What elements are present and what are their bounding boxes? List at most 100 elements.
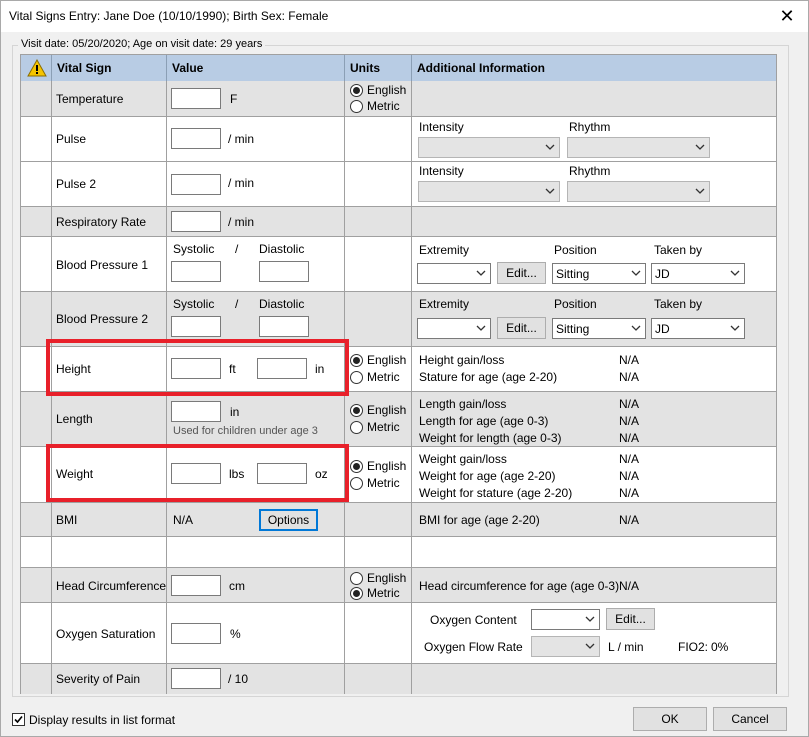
pulse2-input[interactable] [171,174,221,195]
bp2-takenby-dropdown[interactable]: JD [651,318,745,339]
head-label: Head Circumference [56,579,167,593]
pulse2-intensity-dropdown[interactable] [418,181,560,202]
height-english-label: English [367,353,407,367]
length-english-radio[interactable] [350,404,363,417]
header-vital-sign: Vital Sign [52,55,167,81]
resp-input[interactable] [171,211,221,232]
bp2-diastolic-input[interactable] [259,316,309,337]
length-unit: in [230,405,240,419]
row-pulse-2: Pulse 2 / min Intensity Rhythm [21,162,776,207]
pulse2-intensity-label: Intensity [419,164,464,178]
length-input[interactable] [171,401,221,422]
height-info2: Stature for age (age 2-20) [419,370,558,384]
head-english-radio[interactable] [350,572,363,585]
title-bar: Vital Signs Entry: Jane Doe (10/10/1990)… [1,1,808,32]
bp1-label: Blood Pressure 1 [56,258,149,272]
chevron-down-icon [545,144,555,150]
bp1-extremity-dropdown[interactable] [417,263,491,284]
pulse-label: Pulse [56,132,87,146]
close-icon[interactable]: ✕ [772,3,802,29]
bp1-edit-button[interactable]: Edit... [497,262,546,284]
bmi-options-button[interactable]: Options [259,509,318,531]
pulse-input[interactable] [171,128,221,149]
bp2-position-value: Sitting [556,322,590,336]
height-english-radio[interactable] [350,354,363,367]
row-length: Length in Used for children under age 3 … [21,392,776,447]
bp1-diastolic-input[interactable] [259,261,309,282]
bp2-systolic-label: Systolic [173,297,215,311]
bp2-diastolic-label: Diastolic [259,297,305,311]
head-info1: Head circumference for age (age 0-3) [419,579,620,593]
oxygen-label: Oxygen Saturation [56,627,156,641]
pain-unit: / 10 [228,672,249,686]
bp2-position-label: Position [554,297,597,311]
height-metric-radio[interactable] [350,371,363,384]
grid-header: Vital Sign Value Units Additional Inform… [21,55,776,81]
oxygen-edit-button[interactable]: Edit... [606,608,655,630]
header-value: Value [167,55,345,81]
cancel-button[interactable]: Cancel [713,707,787,731]
chevron-down-icon [631,270,641,276]
bp1-takenby-label: Taken by [654,243,703,257]
bp2-position-dropdown[interactable]: Sitting [552,318,646,339]
bp2-edit-button[interactable]: Edit... [497,317,546,339]
row-temperature: Temperature F English Metric [21,81,776,117]
bp1-takenby-dropdown[interactable]: JD [651,263,745,284]
list-format-checkbox[interactable] [12,713,25,726]
bp2-slash: / [235,297,239,311]
pulse2-label: Pulse 2 [56,177,97,191]
pulse2-rhythm-dropdown[interactable] [567,181,710,202]
length-info3: Weight for length (age 0-3) [419,431,562,445]
temperature-metric-radio[interactable] [350,100,363,113]
row-empty [21,537,776,568]
row-severity-of-pain: Severity of Pain / 10 [21,664,776,694]
chevron-down-icon [585,643,595,649]
bp2-systolic-input[interactable] [171,316,221,337]
length-metric-label: Metric [367,420,400,434]
temperature-label: Temperature [56,92,124,106]
height-metric-label: Metric [367,370,400,384]
weight-english-radio[interactable] [350,460,363,473]
bp1-systolic-label: Systolic [173,242,215,256]
pulse-intensity-dropdown[interactable] [418,137,560,158]
length-metric-radio[interactable] [350,421,363,434]
head-input[interactable] [171,575,221,596]
bp1-systolic-input[interactable] [171,261,221,282]
temperature-english-label: English [367,83,407,97]
pulse-rhythm-label: Rhythm [569,120,611,134]
visit-info: Visit date: 05/20/2020; Age on visit dat… [18,38,266,50]
resp-unit: / min [228,215,255,229]
length-info2: Length for age (age 0-3) [419,414,549,428]
weight-highlight-box [46,444,349,502]
bmi-value: N/A [173,513,194,527]
length-info1: Length gain/loss [419,397,507,411]
oxygen-flow-dropdown[interactable] [531,636,600,657]
row-blood-pressure-1: Blood Pressure 1 Systolic / Diastolic Ex… [21,237,776,292]
bp1-position-label: Position [554,243,597,257]
pulse-intensity-label: Intensity [419,120,464,134]
weight-metric-radio[interactable] [350,477,363,490]
bp2-takenby-label: Taken by [654,297,703,311]
oxygen-content-dropdown[interactable] [531,609,600,630]
bmi-label: BMI [56,513,78,527]
length-english-label: English [367,403,407,417]
ok-button[interactable]: OK [633,707,707,731]
bmi-info1: BMI for age (age 2-20) [419,513,540,527]
oxygen-input[interactable] [171,623,221,644]
checkmark-icon [14,715,23,724]
head-metric-label: Metric [367,586,400,600]
temperature-english-radio[interactable] [350,84,363,97]
pain-input[interactable] [171,668,221,689]
bp1-position-dropdown[interactable]: Sitting [552,263,646,284]
head-english-label: English [367,571,407,585]
weight-english-label: English [367,459,407,473]
fio2-value: 0% [711,640,729,654]
height-highlight-box [46,339,349,396]
head-metric-radio[interactable] [350,587,363,600]
bp2-extremity-dropdown[interactable] [417,318,491,339]
bp1-extremity-label: Extremity [419,243,470,257]
pulse-rhythm-dropdown[interactable] [567,137,710,158]
length-info2-value: N/A [619,414,640,428]
temperature-input[interactable] [171,88,221,109]
oxygen-flow-label: Oxygen Flow Rate [424,640,523,654]
